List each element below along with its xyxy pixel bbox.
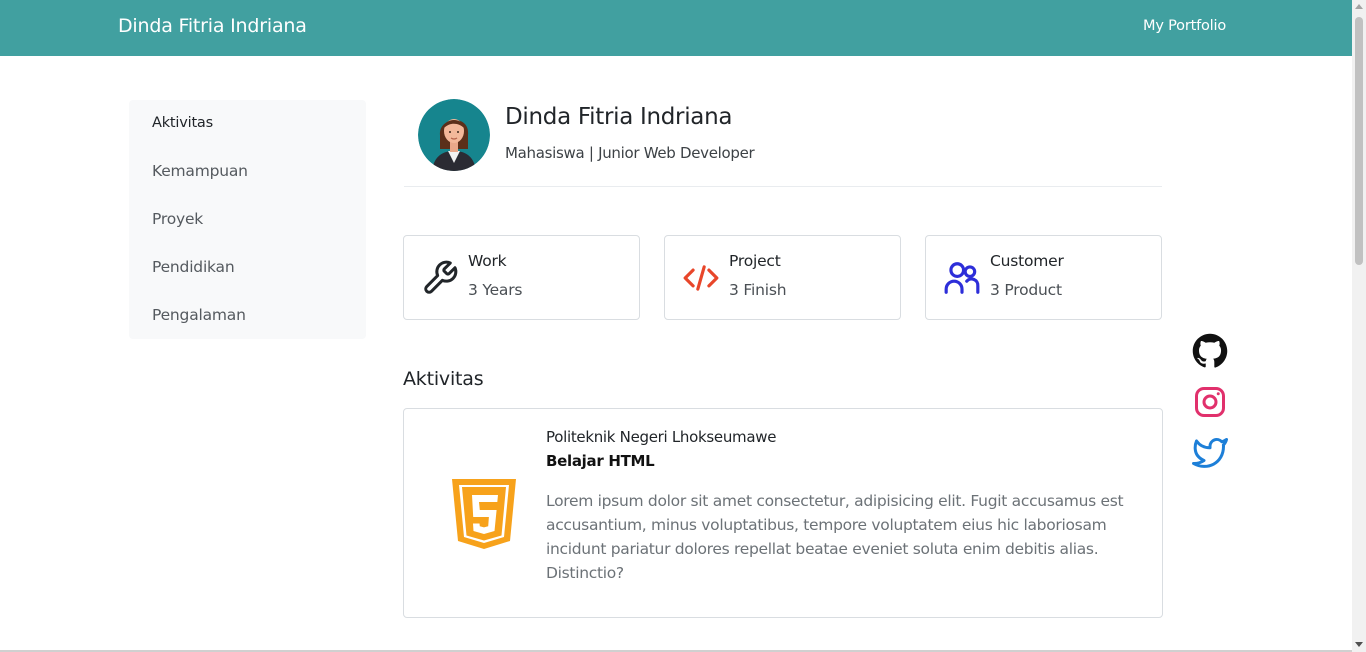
stat-value: 3 Finish xyxy=(729,281,787,299)
my-portfolio-link[interactable]: My Portfolio xyxy=(1143,18,1226,34)
stat-title: Customer xyxy=(990,252,1064,270)
scroll-down-icon[interactable] xyxy=(1355,642,1363,647)
sidebar-item-aktivitas[interactable]: Aktivitas xyxy=(152,115,213,131)
instagram-icon[interactable] xyxy=(1192,384,1228,420)
sidebar-item-kemampuan[interactable]: Kemampuan xyxy=(152,162,248,180)
scroll-thumb[interactable] xyxy=(1355,17,1363,265)
stat-title: Work xyxy=(468,252,507,270)
page: Dinda Fitria Indriana My Portfolio Aktiv… xyxy=(0,0,1366,652)
activity-organization: Politeknik Negeri Lhokseumawe xyxy=(546,428,777,446)
female-avatar-icon xyxy=(418,99,490,171)
github-icon[interactable] xyxy=(1192,333,1228,369)
profile-role: Mahasiswa | Junior Web Developer xyxy=(505,144,755,162)
stat-card-customer: Customer 3 Product xyxy=(925,235,1162,320)
stat-value: 3 Years xyxy=(468,281,523,299)
stat-card-work: Work 3 Years xyxy=(403,235,640,320)
users-icon xyxy=(944,262,980,294)
stat-card-project: Project 3 Finish xyxy=(664,235,901,320)
stat-value: 3 Product xyxy=(990,281,1062,299)
sidebar-item-proyek[interactable]: Proyek xyxy=(152,210,203,228)
twitter-icon[interactable] xyxy=(1192,435,1228,471)
sidebar-item-pengalaman[interactable]: Pengalaman xyxy=(152,306,246,324)
vertical-scrollbar[interactable] xyxy=(1352,0,1366,652)
code-icon xyxy=(683,265,719,291)
divider xyxy=(404,186,1162,187)
html5-icon xyxy=(452,479,516,549)
profile-name: Dinda Fitria Indriana xyxy=(505,104,733,130)
wrench-icon xyxy=(424,260,458,294)
activity-title: Belajar HTML xyxy=(546,452,655,470)
avatar xyxy=(418,99,490,171)
scroll-up-icon[interactable] xyxy=(1355,4,1363,9)
sidebar-item-pendidikan[interactable]: Pendidikan xyxy=(152,258,235,276)
section-title: Aktivitas xyxy=(403,368,484,390)
activity-card: Politeknik Negeri Lhokseumawe Belajar HT… xyxy=(403,408,1163,618)
activity-description: Lorem ipsum dolor sit amet consectetur, … xyxy=(546,492,1124,582)
navbar: Dinda Fitria Indriana My Portfolio xyxy=(0,0,1352,56)
sidebar: Aktivitas Kemampuan Proyek Pendidikan Pe… xyxy=(129,100,366,339)
navbar-brand[interactable]: Dinda Fitria Indriana xyxy=(118,15,307,37)
stat-title: Project xyxy=(729,252,781,270)
